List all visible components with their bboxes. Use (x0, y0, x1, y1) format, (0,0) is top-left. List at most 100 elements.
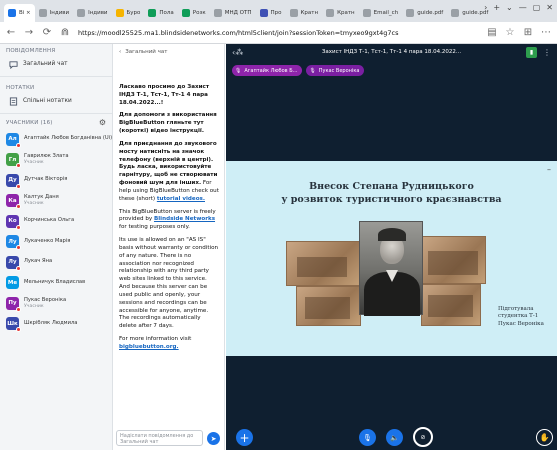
tab-favicon-icon (362, 9, 371, 17)
shared-notes-item[interactable]: Спільні нотатки (0, 93, 112, 109)
user-text: Мельничук Владислав (24, 279, 85, 286)
user-list-item[interactable]: Гл Гаврилюк Злата Учасник (0, 150, 112, 171)
browser-tab[interactable]: Індиви (35, 4, 73, 22)
user-text: Лукач Яна (24, 259, 52, 265)
bbb-org-link[interactable]: bigbluebutton.org. (119, 344, 179, 350)
sidebar-divider (0, 113, 112, 114)
tab-scroll-icon[interactable]: › (484, 3, 487, 12)
tab-label: Про (270, 10, 282, 16)
user-list-item[interactable]: Ко Корчинська Ольга (0, 211, 112, 232)
tab-label: Розк (192, 10, 206, 16)
user-list-item[interactable]: Ме Мельничук Владислав (0, 273, 112, 294)
avatar: Ал (6, 132, 21, 148)
talking-indicator[interactable]: 🎙 Агаптайк Любов Б... (232, 65, 303, 76)
extensions-icon[interactable]: ⊞ (523, 27, 533, 38)
public-chat-item[interactable]: Загальний чат (0, 56, 112, 72)
connection-status-icon[interactable]: ▮ (526, 47, 537, 58)
send-icon: ➤ (210, 434, 217, 443)
sepia-photo-right-top (421, 236, 486, 284)
user-text: Лукаченко Марія (24, 238, 70, 245)
hand-icon: ✋ (539, 433, 550, 442)
options-menu-icon[interactable]: ⋮ (543, 48, 551, 57)
browser-tab[interactable]: guide.pdf (402, 4, 447, 22)
talking-indicator[interactable]: 🎙 Пукас Вероніка (306, 65, 365, 76)
browser-tab[interactable]: Буро (112, 4, 145, 22)
close-icon[interactable]: ✕ (546, 3, 553, 12)
microphone-button[interactable]: 🎙 (359, 429, 376, 446)
chat-header-title: Загальний чат (125, 49, 168, 55)
avatar-initials: Лу (8, 259, 17, 266)
tutorial-videos-link[interactable]: tutorial videos. (157, 196, 205, 202)
microphone-icon: 🎙 (363, 433, 372, 442)
welcome-message: Ласкаво просимо до Захист ІНДЗ Т-1, Тст-… (119, 84, 219, 107)
minimize-icon[interactable]: — (519, 3, 527, 12)
back-icon[interactable]: ← (6, 27, 16, 38)
user-list-item[interactable]: Лу Лукач Яна (0, 252, 112, 273)
user-list-item[interactable]: Шк Шкрібляк Людмила (0, 314, 112, 335)
browser-tab[interactable]: Bi × (4, 4, 35, 22)
user-list-item[interactable]: Ду Дутчак Вікторія (0, 170, 112, 191)
user-list-item[interactable]: Пу Пукас Вероніка Учасник (0, 293, 112, 314)
tab-favicon-icon (326, 9, 335, 17)
chat-header[interactable]: ‹ Загальний чат (113, 44, 224, 60)
user-list-item[interactable]: Ка Калтук Даня Учасник (0, 191, 112, 212)
minimize-presentation-icon[interactable]: – (547, 165, 551, 174)
page-info-icon[interactable]: ⋒ (60, 27, 70, 38)
avatar: Шк (6, 317, 21, 333)
reader-icon[interactable]: ▤ (487, 27, 497, 38)
caption-line2: студентка Т-1 (498, 313, 539, 320)
presentation-area: ‹⁂ Захист ІНДЗ Т-1, Тст-1, Тт-1 4 пара 1… (226, 44, 557, 450)
browser-tab[interactable]: Пола (144, 4, 177, 22)
slide-title: Внесок Степана Рудницького у розвиток ту… (266, 181, 517, 207)
address-bar[interactable]: https://moodl25525.ma1.blindsidenetworks… (78, 29, 479, 37)
blindside-link[interactable]: Blindside Networks (154, 216, 215, 222)
topbar-right: ▮ ⋮ (526, 47, 551, 58)
reload-icon[interactable]: ⟳ (42, 27, 52, 38)
sidebar: ПОВІДОМЛЕННЯ Загальний чат НОТАТКИ Спіль… (0, 44, 113, 450)
tab-label: МНД ОТП (224, 10, 252, 16)
favorites-icon[interactable]: ☆ (505, 27, 515, 38)
user-list-item[interactable]: Лу Лукаченко Марія (0, 232, 112, 253)
avatar-initials: Пу (8, 300, 17, 307)
chat-message-input[interactable]: Надіслати повідомлення до Загальний чат (116, 430, 203, 446)
speaker-icon: 🔈 (390, 433, 399, 442)
avatar-initials: Ко (8, 218, 17, 225)
maximize-icon[interactable]: ▢ (533, 3, 541, 12)
browser-tab[interactable]: Email_ch (359, 4, 403, 22)
browser-tab[interactable]: Індиви (73, 4, 111, 22)
chat-messages: Ласкаво просимо до Захист ІНДЗ Т-1, Тст-… (119, 84, 219, 357)
forward-icon[interactable]: → (24, 27, 34, 38)
share-icon: ⊘ (420, 433, 426, 441)
messages-title: ПОВІДОМЛЕННЯ (6, 48, 56, 54)
tab-label: Bi × (19, 10, 31, 16)
send-button[interactable]: ➤ (207, 432, 220, 445)
screen-share-button[interactable]: ⊘ (413, 427, 433, 447)
browser-tab[interactable]: Кратн (286, 4, 323, 22)
browser-tab[interactable]: Кратн (322, 4, 359, 22)
chat-icon (8, 59, 18, 69)
avatar: Ду (6, 173, 21, 189)
avatar-initials: Гл (8, 156, 17, 163)
browser-tab[interactable]: Розк (178, 4, 210, 22)
settings-gear-icon[interactable]: ⚙ (99, 118, 106, 127)
audio-button[interactable]: 🔈 (386, 429, 403, 446)
user-list-item[interactable]: Ал Агаптайк Любов Богданівна (Ui) (0, 129, 112, 150)
actions-plus-button[interactable]: + (236, 429, 253, 446)
tab-favicon-icon (148, 9, 157, 17)
tab-list-icon[interactable]: ⌄ (506, 3, 513, 12)
avatar-initials: Ду (8, 177, 17, 184)
raise-hand-button[interactable]: ✋ (536, 429, 553, 446)
sepia-photo-left-bottom (296, 286, 361, 326)
chevron-left-icon[interactable]: ‹ (119, 49, 121, 55)
users-header: УЧАСНИКИ (16) ⚙ (0, 118, 112, 129)
status-dot-icon (16, 142, 21, 148)
more-icon[interactable]: ⋯ (541, 27, 551, 38)
browser-tab[interactable]: МНД ОТП (210, 4, 256, 22)
new-tab-icon[interactable]: + (493, 3, 500, 12)
status-dot-icon (16, 204, 21, 210)
user-text: Агаптайк Любов Богданівна (Ui) (24, 136, 112, 142)
welcome-title: Ласкаво просимо до Захист ІНДЗ Т-1, Тст-… (119, 84, 210, 106)
browser-tab[interactable]: Про (256, 4, 286, 22)
user-role: Учасник (24, 160, 44, 166)
tab-favicon-icon (77, 9, 86, 17)
